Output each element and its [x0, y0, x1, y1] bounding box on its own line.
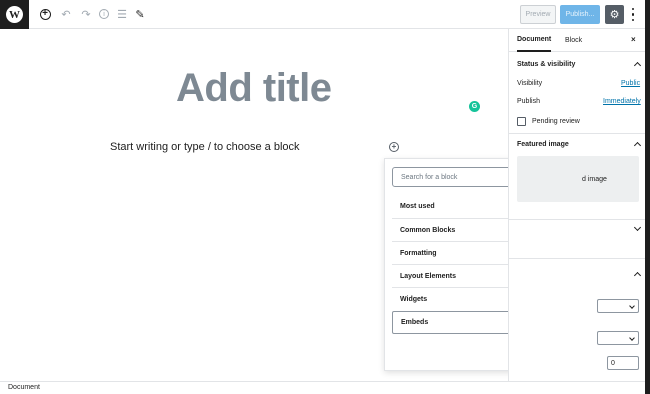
- plus-circle-icon: +: [39, 8, 51, 20]
- editor-footer: Document: [0, 381, 645, 394]
- status-visibility-heading[interactable]: Status & visibility: [517, 61, 575, 68]
- sidebar-select[interactable]: [597, 331, 639, 345]
- divider: [509, 219, 645, 220]
- more-vertical-icon: [631, 7, 635, 11]
- chevron-up-icon[interactable]: [633, 271, 642, 280]
- section-label: Formatting: [400, 249, 437, 257]
- publish-button[interactable]: Publish...: [560, 5, 600, 24]
- breadcrumb[interactable]: Document: [8, 384, 40, 391]
- publish-date-label: Publish: [517, 98, 540, 105]
- settings-button[interactable]: ⚙: [605, 5, 624, 24]
- pending-review-label: Pending review: [532, 118, 580, 125]
- chevron-down-icon: [629, 335, 635, 341]
- chevron-down-icon: [629, 303, 635, 309]
- section-label: Embeds: [401, 319, 429, 326]
- tools-button[interactable]: ✎: [133, 7, 147, 21]
- chevron-up-icon[interactable]: [633, 141, 642, 150]
- undo-button[interactable]: ↶: [59, 7, 73, 21]
- section-label: Common Blocks: [400, 226, 456, 234]
- sidebar-select[interactable]: [597, 299, 639, 313]
- set-featured-image-button[interactable]: d image: [517, 156, 639, 202]
- inline-inserter-button[interactable]: +: [389, 142, 399, 152]
- number-input[interactable]: 0: [607, 356, 639, 370]
- visibility-label: Visibility: [517, 80, 543, 87]
- plus-circle-icon: +: [391, 142, 397, 151]
- section-label: Layout Elements: [400, 272, 457, 280]
- section-label: Most used: [400, 203, 435, 210]
- chevron-down-icon[interactable]: [633, 223, 642, 232]
- content-info-button[interactable]: i: [97, 7, 111, 21]
- window-edge: [645, 0, 650, 394]
- post-title-field[interactable]: Add title: [176, 66, 332, 111]
- preview-button[interactable]: Preview: [520, 5, 556, 24]
- tab-document[interactable]: Document: [517, 29, 552, 52]
- close-icon: ×: [631, 35, 636, 44]
- list-icon: ☰: [117, 8, 127, 21]
- gear-icon: ⚙: [609, 9, 620, 21]
- wordpress-logo-icon: W: [6, 6, 23, 23]
- block-navigation-button[interactable]: ☰: [115, 7, 129, 21]
- divider: [509, 258, 645, 259]
- publish-date-link[interactable]: Immediately: [603, 98, 641, 105]
- settings-sidebar: Document Block × Status & visibility Vis…: [508, 29, 645, 381]
- visibility-link[interactable]: Public: [621, 80, 640, 87]
- wordpress-logo-button[interactable]: W: [0, 0, 29, 29]
- featured-image-heading[interactable]: Featured image: [517, 141, 569, 148]
- pending-review-checkbox[interactable]: [517, 117, 526, 126]
- undo-icon: ↶: [61, 8, 71, 21]
- chevron-up-icon[interactable]: [633, 61, 642, 70]
- close-sidebar-button[interactable]: ×: [631, 35, 636, 44]
- info-icon: i: [99, 9, 109, 19]
- pencil-icon: ✎: [135, 8, 145, 21]
- add-block-button[interactable]: +: [38, 7, 52, 21]
- section-label: Widgets: [400, 295, 428, 303]
- block-placeholder[interactable]: Start writing or type / to choose a bloc…: [110, 141, 300, 153]
- redo-icon: ↷: [81, 8, 91, 21]
- editor-toolbar: W + ↶ ↷ i ☰ ✎ Preview Publish... ⚙: [0, 0, 645, 29]
- featured-image-label: d image: [582, 175, 607, 183]
- divider: [509, 133, 645, 134]
- redo-button[interactable]: ↷: [79, 7, 93, 21]
- sidebar-tabs: Document Block ×: [509, 29, 645, 52]
- grammarly-icon[interactable]: G: [469, 101, 480, 112]
- tab-block[interactable]: Block: [565, 29, 582, 52]
- more-options-button[interactable]: [629, 6, 637, 23]
